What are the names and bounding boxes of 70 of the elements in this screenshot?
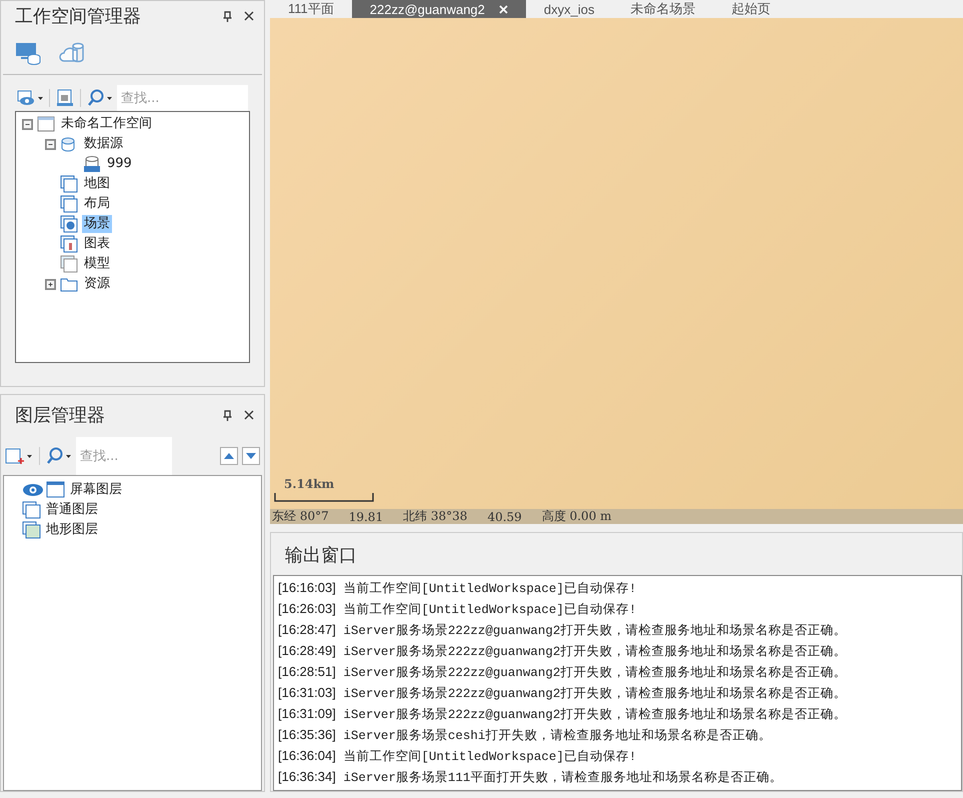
tree-item[interactable]: 图表: [82, 235, 112, 253]
log-line: [16:16:03] 当前工作空间[UntitledWorkspace]已自动保存!: [278, 579, 638, 598]
panel-title: 图层管理器: [15, 404, 106, 427]
move-down-icon[interactable]: [242, 447, 260, 465]
log-line: [16:35:36] iServer服务场景ceshi打开失败，请检查服务地址和场景名称是否正确。: [278, 726, 772, 745]
tree-item[interactable]: 未命名工作空间: [59, 115, 154, 133]
normal-layer-icon: [22, 501, 42, 519]
close-icon[interactable]: [244, 11, 254, 21]
layer-item[interactable]: 屏幕图层: [68, 481, 124, 499]
expand-toggle[interactable]: [45, 278, 56, 290]
chart-icon: [60, 235, 78, 253]
add-layer-icon[interactable]: [5, 446, 33, 466]
scene-view[interactable]: 5.14km: [270, 18, 963, 509]
map-icon: [60, 175, 78, 193]
workspace-icon: [37, 115, 55, 133]
document-tab[interactable]: dxyx_ios: [526, 0, 612, 18]
coordinate-text: 高度 0.00 m: [542, 508, 612, 525]
tree-item[interactable]: 模型: [82, 255, 112, 273]
eye-layer-icon[interactable]: [17, 89, 43, 107]
pin-icon[interactable]: [223, 410, 232, 420]
log-line: [16:36:04] 当前工作空间[UntitledWorkspace]已自动保存!: [278, 747, 638, 766]
terrain-layer-icon: [22, 521, 42, 539]
log-line: [16:28:51] iServer服务场景222zz@guanwang2打开失败，请检查服务地址和场景名称是否正确。: [278, 663, 848, 682]
tree-item[interactable]: 地图: [82, 175, 112, 193]
screen-layer-icon: [46, 481, 66, 499]
log-line: [16:31:03] iServer服务场景222zz@guanwang2打开失败，请检查服务地址和场景名称是否正确。: [278, 684, 848, 703]
log-line: [16:26:03] 当前工作空间[UntitledWorkspace]已自动保存!: [278, 600, 638, 619]
tree-item[interactable]: 数据源: [82, 135, 125, 153]
tab-label: 222zz@guanwang2: [370, 2, 485, 16]
tree-item[interactable]: 999: [105, 155, 134, 173]
model-icon: [60, 255, 78, 273]
log-line: [16:31:09] iServer服务场景222zz@guanwang2打开失败，请检查服务地址和场景名称是否正确。: [278, 705, 848, 724]
tab-label: 111平面: [288, 0, 334, 18]
document-tab[interactable]: 111平面: [270, 0, 352, 18]
search-icon[interactable]: [46, 447, 72, 465]
coordinate-text: 东经 80°7: [272, 508, 329, 525]
search-icon[interactable]: [87, 89, 113, 107]
computer-database-tab[interactable]: [15, 41, 41, 68]
scene-icon: [60, 215, 78, 233]
coordinate-text: 40.59: [487, 510, 522, 524]
move-up-icon[interactable]: [220, 447, 238, 465]
collapse-toggle[interactable]: [45, 138, 56, 150]
pin-icon[interactable]: [223, 10, 232, 22]
tree-item[interactable]: 资源: [82, 275, 112, 293]
panel-title: 工作空间管理器: [15, 5, 142, 28]
layer-item[interactable]: 普通图层: [44, 501, 100, 519]
document-tab[interactable]: 未命名场景: [612, 0, 714, 18]
tab-label: 未命名场景: [630, 0, 696, 18]
scale-label: 5.14km: [283, 477, 336, 491]
coordinate-text: 北纬 38°38: [403, 508, 468, 525]
log-line: [16:36:34] iServer服务场景111平面打开失败，请检查服务地址和场景名称是否正确。: [278, 768, 784, 787]
tab-label: 起始页: [731, 0, 770, 18]
close-icon[interactable]: [244, 410, 254, 420]
log-line: [16:28:49] iServer服务场景222zz@guanwang2打开失败，请检查服务地址和场景名称是否正确。: [278, 642, 848, 661]
search-field[interactable]: 查找...: [117, 85, 248, 111]
search-field[interactable]: 查找...: [76, 437, 172, 475]
document-tab[interactable]: 起始页: [713, 0, 788, 18]
document-tab[interactable]: 222zz@guanwang2: [352, 0, 526, 18]
udx-icon: [83, 155, 101, 173]
collapse-toggle[interactable]: [22, 118, 33, 130]
layout-icon: [60, 195, 78, 213]
tab-label: dxyx_ios: [544, 2, 594, 16]
tree-item[interactable]: 场景: [82, 215, 112, 233]
layer-item[interactable]: 地形图层: [44, 521, 100, 539]
document-icon[interactable]: [56, 89, 74, 107]
coordinate-text: 19.81: [348, 510, 384, 524]
panel-title: 输出窗口: [284, 544, 358, 568]
eye-icon[interactable]: [22, 482, 44, 498]
tree-item[interactable]: 布局: [82, 195, 112, 213]
log-line: [16:28:47] iServer服务场景222zz@guanwang2打开失败，请检查服务地址和场景名称是否正确。: [278, 621, 848, 640]
